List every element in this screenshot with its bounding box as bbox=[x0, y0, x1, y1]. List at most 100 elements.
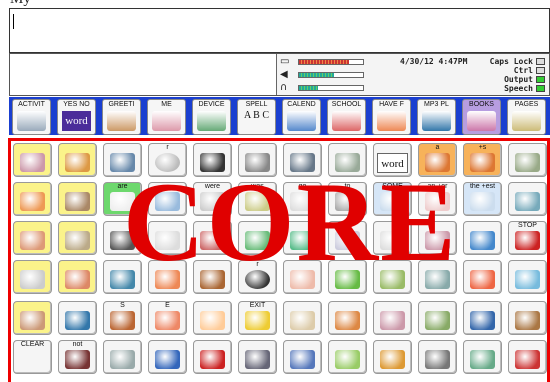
vocab-button[interactable] bbox=[283, 340, 322, 374]
symbol-picture-icon bbox=[425, 311, 450, 330]
tab-mp3-pl[interactable]: MP3 PL bbox=[417, 99, 456, 135]
tab-me[interactable]: ME bbox=[147, 99, 186, 135]
caps-lock-indicator: Caps Lock bbox=[490, 57, 545, 66]
tab-label: SCHOOL bbox=[331, 101, 362, 108]
vocab-button[interactable]: +s bbox=[463, 143, 502, 177]
window-title: My bbox=[10, 0, 31, 8]
tab-picture-icon bbox=[422, 111, 451, 131]
vocab-button[interactable]: STOP bbox=[508, 221, 547, 255]
symbol-picture-icon bbox=[470, 270, 495, 289]
vocab-button[interactable] bbox=[508, 340, 547, 374]
symbol-picture-icon bbox=[425, 350, 450, 369]
tab-have-f[interactable]: HAVE F bbox=[372, 99, 411, 135]
symbol-picture-icon bbox=[470, 192, 495, 211]
tab-greeti[interactable]: GREETI bbox=[102, 99, 141, 135]
symbol-picture-icon bbox=[470, 311, 495, 330]
symbol-picture-icon bbox=[245, 311, 270, 330]
vocab-button[interactable] bbox=[58, 221, 97, 255]
vocab-button[interactable] bbox=[238, 340, 277, 374]
vocab-button-label: a bbox=[435, 144, 440, 151]
vocab-button[interactable] bbox=[148, 340, 187, 374]
volume-level-fill bbox=[299, 73, 335, 77]
vocab-button[interactable] bbox=[58, 143, 97, 177]
vocab-button[interactable]: not bbox=[58, 340, 97, 374]
vocab-button[interactable] bbox=[508, 143, 547, 177]
symbol-picture-icon bbox=[515, 311, 540, 330]
aac-device-screen: My ▭ ◀ ∩ 4/30/12 4:47PM Caps Lock Ctrl O… bbox=[0, 0, 550, 382]
symbol-picture-icon bbox=[470, 231, 495, 250]
vocab-button[interactable] bbox=[13, 143, 52, 177]
symbol-picture-icon bbox=[20, 270, 45, 289]
tab-picture-icon bbox=[17, 111, 46, 131]
vocab-button[interactable] bbox=[508, 182, 547, 216]
headphones-icon: ∩ bbox=[280, 82, 288, 93]
vocab-button[interactable] bbox=[193, 301, 232, 335]
vocab-button[interactable] bbox=[13, 260, 52, 294]
vocab-button[interactable]: CLEAR bbox=[13, 340, 52, 374]
tab-pages[interactable]: PAGES bbox=[507, 99, 546, 135]
tab-picture-icon: A B C bbox=[243, 110, 269, 121]
vocab-button[interactable] bbox=[418, 301, 457, 335]
tab-books[interactable]: BOOKS bbox=[462, 99, 501, 135]
vocab-button[interactable] bbox=[193, 340, 232, 374]
symbol-picture-icon bbox=[110, 311, 135, 330]
vocab-button[interactable] bbox=[283, 301, 322, 335]
vocab-button[interactable] bbox=[508, 301, 547, 335]
vocab-button[interactable]: E bbox=[148, 301, 187, 335]
tab-spell[interactable]: SPELL A B C bbox=[237, 99, 276, 135]
headphone-meter[interactable]: ∩ bbox=[280, 82, 400, 94]
symbol-picture-icon bbox=[155, 311, 180, 330]
symbol-picture-icon bbox=[65, 192, 90, 211]
vocab-button[interactable]: the +est bbox=[463, 182, 502, 216]
volume-meter[interactable]: ◀ bbox=[280, 69, 400, 81]
symbol-picture-icon bbox=[515, 350, 540, 369]
vocab-button[interactable] bbox=[373, 301, 412, 335]
vocab-button-label: +s bbox=[478, 144, 487, 151]
message-window[interactable] bbox=[9, 8, 550, 53]
symbol-picture-icon bbox=[515, 231, 540, 250]
symbol-picture-icon bbox=[65, 350, 90, 369]
vocab-button-label: E bbox=[165, 302, 170, 309]
vocab-button[interactable] bbox=[463, 340, 502, 374]
prediction-area[interactable] bbox=[10, 54, 277, 95]
vocab-button[interactable] bbox=[103, 340, 142, 374]
tab-activit[interactable]: ACTIVIT bbox=[12, 99, 51, 135]
vocab-button[interactable] bbox=[58, 260, 97, 294]
vocab-button[interactable]: S bbox=[103, 301, 142, 335]
tab-label: GREETI bbox=[108, 101, 135, 108]
vocab-button[interactable]: EXIT bbox=[238, 301, 277, 335]
vocab-button[interactable] bbox=[328, 301, 367, 335]
vocab-button[interactable] bbox=[58, 301, 97, 335]
headphone-level-fill bbox=[299, 86, 319, 90]
tab-label: ACTIVIT bbox=[18, 101, 45, 108]
vocab-button[interactable] bbox=[463, 301, 502, 335]
vocab-button-label: not bbox=[72, 341, 83, 348]
vocab-button-label: CLEAR bbox=[20, 341, 45, 348]
vocab-button[interactable] bbox=[463, 260, 502, 294]
vocab-button[interactable] bbox=[13, 182, 52, 216]
vocab-button[interactable] bbox=[58, 182, 97, 216]
vocab-button[interactable] bbox=[373, 340, 412, 374]
tab-calend[interactable]: CALEND bbox=[282, 99, 321, 135]
symbol-picture-icon bbox=[155, 350, 180, 369]
vocab-button[interactable] bbox=[328, 340, 367, 374]
output-indicator: Output bbox=[504, 75, 545, 84]
tab-picture-icon bbox=[107, 111, 136, 131]
tab-device[interactable]: DEVICE bbox=[192, 99, 231, 135]
tab-label: MP3 PL bbox=[424, 101, 449, 108]
tab-yes-no[interactable]: YES NO word bbox=[57, 99, 96, 135]
vocab-button[interactable] bbox=[418, 340, 457, 374]
tab-picture-icon bbox=[287, 111, 316, 131]
vocab-button[interactable] bbox=[13, 221, 52, 255]
battery-icon: ▭ bbox=[280, 56, 290, 67]
tab-label: SPELL bbox=[245, 101, 268, 108]
tab-school[interactable]: SCHOOL bbox=[327, 99, 366, 135]
symbol-picture-icon bbox=[515, 192, 540, 211]
vocab-button[interactable] bbox=[13, 301, 52, 335]
symbol-picture-icon bbox=[65, 231, 90, 250]
tab-picture-icon bbox=[152, 111, 181, 131]
vocab-button[interactable] bbox=[463, 221, 502, 255]
vocab-button-label: r bbox=[166, 144, 169, 151]
vocab-button[interactable] bbox=[508, 260, 547, 294]
symbol-picture-icon bbox=[470, 350, 495, 369]
